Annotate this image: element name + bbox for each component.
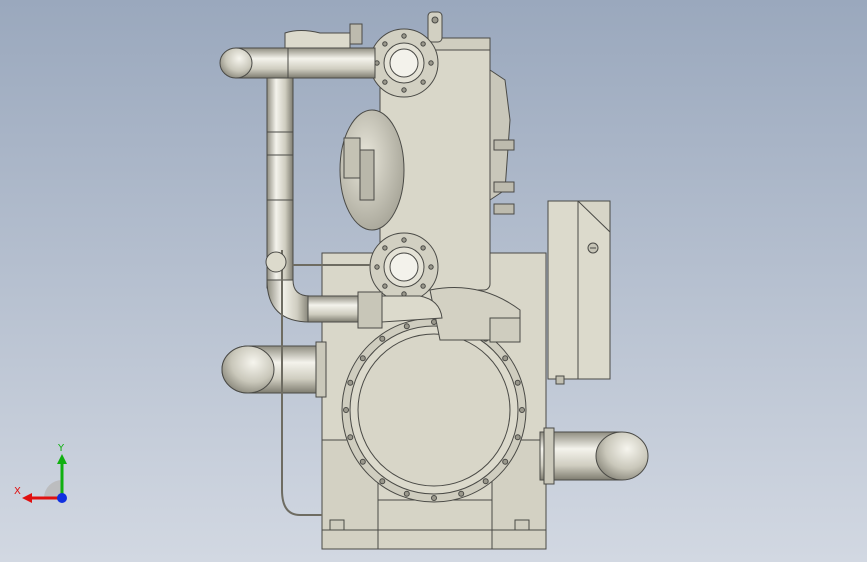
x-axis-label: X — [14, 486, 21, 497]
flange-bolt — [403, 490, 410, 497]
flange-bolt — [514, 379, 521, 386]
flange-bolt — [502, 458, 509, 465]
upper-flange — [369, 28, 439, 98]
flange-bolt — [382, 79, 388, 85]
shell-end-cover — [341, 317, 527, 503]
flange-bolt — [347, 379, 354, 386]
flange-bolt — [382, 245, 388, 251]
flange-bolt — [502, 355, 509, 362]
flange-bolt — [428, 264, 434, 270]
lower-flange — [369, 232, 439, 302]
y-axis-head — [57, 454, 67, 464]
left-lower-pipe — [221, 341, 327, 398]
right-lower-pipe — [539, 427, 649, 485]
flange-bolt — [420, 79, 426, 85]
top-discharge-pipe — [219, 23, 376, 79]
chiller-model[interactable] — [0, 0, 867, 562]
flange-bolt — [401, 87, 407, 93]
z-axis-dot — [57, 493, 67, 503]
graphics-viewport[interactable]: Y X — [0, 0, 867, 562]
control-box — [547, 200, 611, 385]
flange-bolt — [347, 434, 354, 441]
flange-bolt — [514, 434, 521, 441]
flange-bolt — [401, 33, 407, 39]
flange-bolt — [420, 41, 426, 47]
y-axis-label: Y — [57, 443, 65, 454]
flange-bolt — [431, 495, 437, 501]
flange-bolt — [519, 407, 525, 413]
coordinate-triad: Y X — [14, 443, 67, 503]
flange-bolt — [401, 237, 407, 243]
flange-bolt — [382, 283, 388, 289]
flange-bolt — [343, 407, 349, 413]
flange-bolt — [458, 490, 465, 497]
flange-bolt — [420, 283, 426, 289]
flange-bolt — [379, 335, 386, 342]
flange-bolt — [379, 478, 386, 485]
flange-bolt — [382, 41, 388, 47]
x-axis-head — [22, 493, 32, 503]
flange-bolt — [359, 355, 366, 362]
flange-bolt — [482, 478, 489, 485]
flange-bolt — [374, 264, 380, 270]
flange-bolt — [428, 60, 434, 66]
flange-bolt — [359, 458, 366, 465]
flange-bolt — [420, 245, 426, 251]
flange-bolt — [403, 323, 410, 330]
